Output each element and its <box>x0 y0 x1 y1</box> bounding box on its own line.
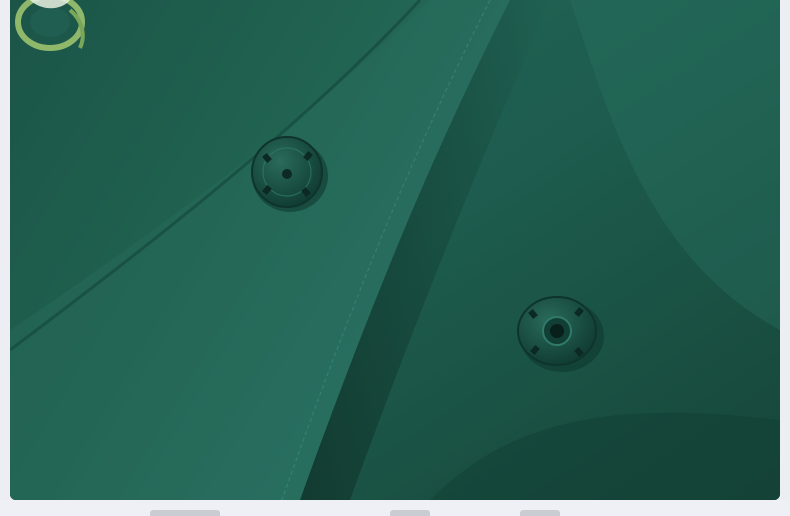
product-photo <box>10 0 780 500</box>
next-image-peek <box>150 510 220 516</box>
next-image-peek <box>520 510 560 516</box>
next-image-peek <box>390 510 430 516</box>
fabric-closeup-illustration <box>10 0 780 500</box>
